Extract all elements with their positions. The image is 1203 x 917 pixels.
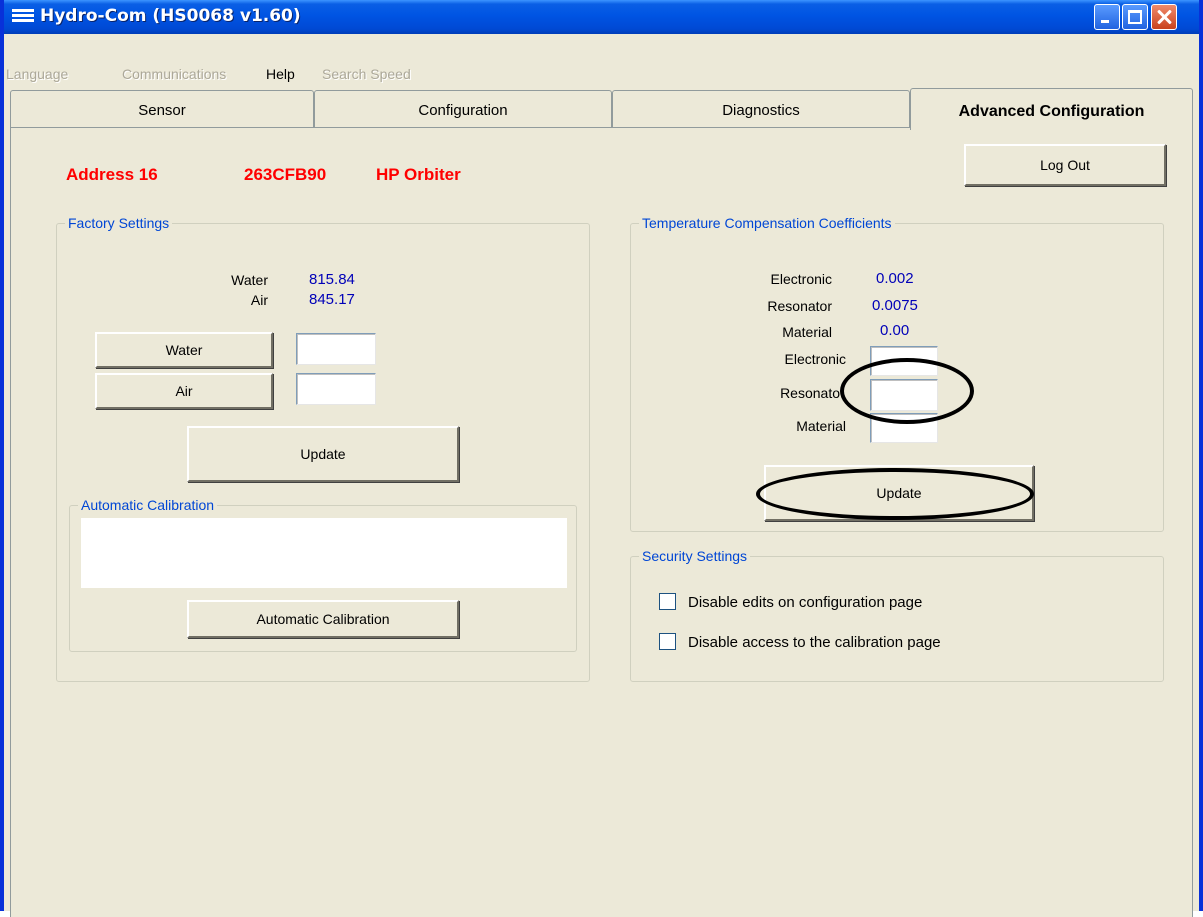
material-value: 0.00 <box>880 322 910 339</box>
menu-help[interactable]: Help <box>266 66 295 82</box>
electronic-value: 0.002 <box>876 270 914 287</box>
temperature-update-button[interactable]: Update <box>764 465 1034 521</box>
water-input[interactable] <box>296 333 376 365</box>
water-label: Water <box>231 272 268 288</box>
logout-button[interactable]: Log Out <box>964 144 1166 186</box>
electronic-input-label: Electronic <box>784 351 846 367</box>
resonator-label: Resonator <box>767 298 832 314</box>
serial-label: 263CFB90 <box>244 165 327 184</box>
model-label: HP Orbiter <box>376 165 461 184</box>
air-label: Air <box>250 292 268 308</box>
disable-access-checkbox[interactable] <box>659 633 676 650</box>
material-input[interactable] <box>870 413 938 443</box>
menu-language[interactable]: Language <box>6 66 68 82</box>
title-bar[interactable]: Hydro-Com (HS0068 v1.60) <box>4 0 1199 34</box>
tab-diagnostics[interactable]: Diagnostics <box>612 90 910 128</box>
air-input[interactable] <box>296 373 376 405</box>
calibration-status-area <box>81 518 567 588</box>
close-icon[interactable] <box>1151 4 1177 30</box>
minimize-icon[interactable] <box>1094 4 1120 30</box>
temperature-compensation-legend: Temperature Compensation Coefficients <box>642 215 892 231</box>
factory-update-button[interactable]: Update <box>187 426 459 482</box>
tab-sensor[interactable]: Sensor <box>10 90 314 128</box>
factory-settings-legend: Factory Settings <box>68 215 170 231</box>
resonator-input[interactable] <box>870 379 938 411</box>
app-window: Hydro-Com (HS0068 v1.60) Language Commun… <box>0 0 1203 917</box>
security-settings-group: Security Settings <box>630 548 1164 682</box>
water-value: 815.84 <box>309 271 355 288</box>
water-button[interactable]: Water <box>95 332 273 368</box>
resonator-input-label: Resonato <box>780 385 840 401</box>
app-menu-icon[interactable] <box>12 9 34 26</box>
electronic-label: Electronic <box>770 271 832 287</box>
electronic-input[interactable] <box>870 346 938 376</box>
disable-edits-checkbox[interactable] <box>659 593 676 610</box>
tab-advanced-configuration[interactable]: Advanced Configuration <box>910 88 1193 130</box>
address-label: Address 16 <box>66 165 158 184</box>
automatic-calibration-legend: Automatic Calibration <box>81 497 215 513</box>
security-settings-legend: Security Settings <box>642 548 748 564</box>
air-value: 845.17 <box>309 291 355 308</box>
window-title: Hydro-Com (HS0068 v1.60) <box>40 6 301 26</box>
material-label: Material <box>782 324 832 340</box>
maximize-icon[interactable] <box>1122 4 1148 30</box>
disable-edits-label[interactable]: Disable edits on configuration page <box>688 594 922 611</box>
tab-configuration[interactable]: Configuration <box>314 90 612 128</box>
disable-access-label[interactable]: Disable access to the calibration page <box>688 634 941 651</box>
material-input-label: Material <box>796 418 846 434</box>
menu-search-speed[interactable]: Search Speed <box>322 66 411 82</box>
air-button[interactable]: Air <box>95 373 273 409</box>
resonator-value: 0.0075 <box>872 297 918 314</box>
automatic-calibration-button[interactable]: Automatic Calibration <box>187 600 459 638</box>
menu-communications[interactable]: Communications <box>122 66 226 82</box>
